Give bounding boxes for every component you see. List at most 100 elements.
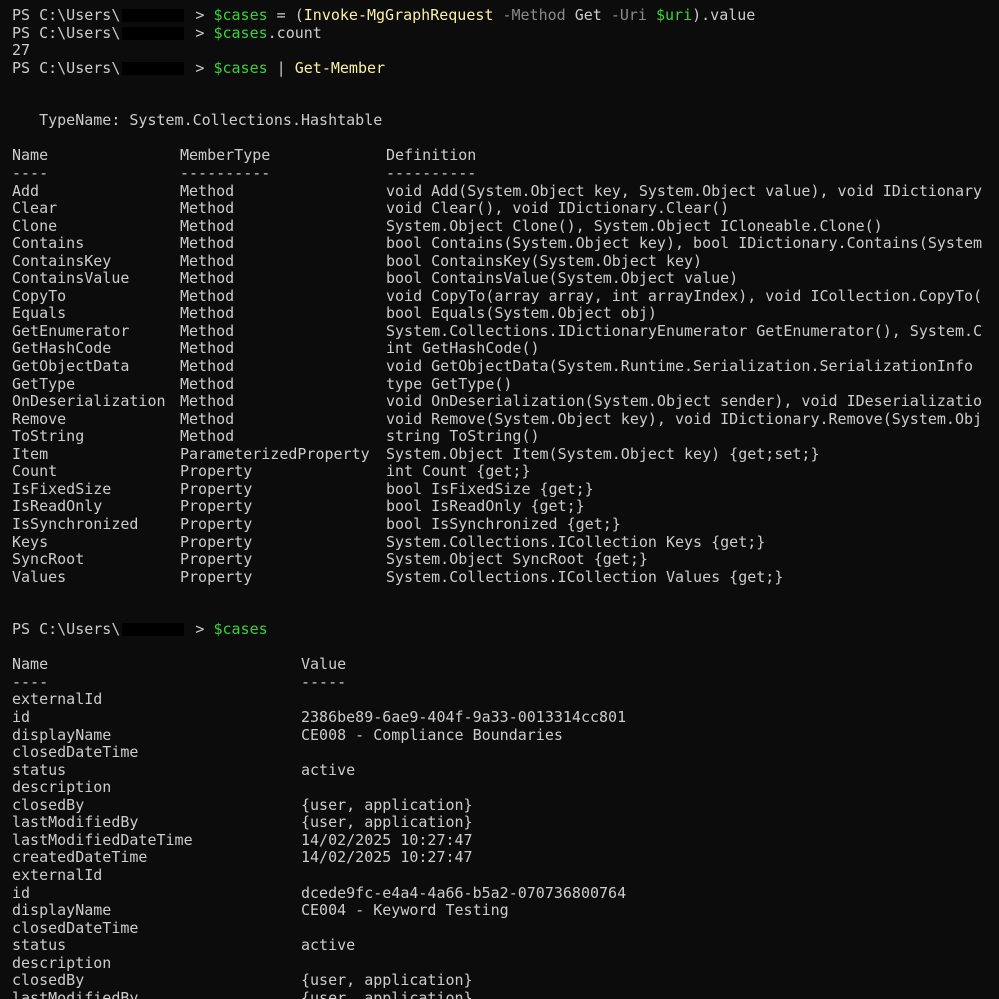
col-header-name: Name <box>12 146 49 165</box>
property-value: active <box>301 760 356 779</box>
member-type: Method <box>180 269 235 288</box>
property-value: 14/02/2025 10:27:47 <box>301 848 473 867</box>
col-header-membertype: MemberType <box>180 146 271 165</box>
member-name: Contains <box>12 234 85 253</box>
member-name: IsFixedSize <box>12 479 112 498</box>
member-type: Property <box>180 462 253 481</box>
member-name: GetObjectData <box>12 357 130 375</box>
member-name: Count <box>12 462 58 481</box>
member-definition: bool IsFixedSize {get;} <box>386 479 594 498</box>
command-token: $cases <box>213 23 268 42</box>
prompt-line: PS C:\Users\ > $cases = (Invoke-MgGraphR… <box>12 6 755 24</box>
prompt-line: PS C:\Users\ > $cases | Get-Member <box>12 59 385 77</box>
member-type: Method <box>180 321 235 340</box>
property-name: description <box>12 778 112 797</box>
property-value: active <box>301 936 356 955</box>
property-name: closedDateTime <box>12 743 139 762</box>
member-definition: bool IsReadOnly {get;} <box>386 497 585 516</box>
prompt-marker: > <box>186 58 214 77</box>
col-header-definition: Definition <box>386 146 477 165</box>
property-name: closedDateTime <box>12 918 139 937</box>
member-name: Values <box>12 567 67 586</box>
underline: ---- <box>12 672 49 691</box>
member-definition: void OnDeserialization(System.Object sen… <box>386 392 983 411</box>
property-value: CE008 - Compliance Boundaries <box>301 725 563 744</box>
property-name: lastModifiedBy <box>12 988 139 999</box>
member-name: IsReadOnly <box>12 497 103 516</box>
member-name: Equals <box>12 304 67 323</box>
property-value: 2386be89-6ae9-404f-9a33-0013314cc801 <box>301 708 627 726</box>
command-token: $cases <box>213 620 268 639</box>
underline: ---- <box>12 163 49 182</box>
member-name: Remove <box>12 409 67 428</box>
member-type: Property <box>180 567 253 586</box>
member-type: Property <box>180 514 253 533</box>
redacted-username <box>122 61 185 75</box>
member-type: Method <box>180 357 235 375</box>
redacted-username <box>122 9 185 22</box>
command-token: ).value <box>692 6 756 24</box>
property-name: externalId <box>12 690 103 709</box>
member-type: Method <box>180 181 235 200</box>
property-name: status <box>12 760 67 779</box>
property-name: id <box>12 883 31 902</box>
member-definition: type GetType() <box>386 374 513 393</box>
terminal-window[interactable]: PS C:\Users\ > $cases = (Invoke-MgGraphR… <box>0 0 999 999</box>
prompt-marker: > <box>186 6 214 24</box>
member-name: CopyTo <box>12 286 67 305</box>
property-name: createdDateTime <box>12 848 148 867</box>
terminal-output: PS C:\Users\ > $cases = (Invoke-MgGraphR… <box>0 0 999 999</box>
command-token: $cases <box>213 6 268 24</box>
property-name: lastModifiedDateTime <box>12 830 193 849</box>
command-token: .count <box>267 23 322 42</box>
member-type: Method <box>180 216 235 235</box>
member-name: OnDeserialization <box>12 392 166 411</box>
member-definition: bool ContainsValue(System.Object value) <box>386 269 739 288</box>
command-token: -Uri <box>601 6 647 24</box>
property-name: closedBy <box>12 971 85 990</box>
count-output: 27 <box>12 41 31 60</box>
property-value: {user, application} <box>301 813 473 832</box>
command-token: | <box>267 58 295 77</box>
member-name: Clone <box>12 216 58 235</box>
member-definition: System.Object Clone(), System.Object ICl… <box>386 216 883 235</box>
command-token: -Method <box>493 6 566 24</box>
member-name: GetType <box>12 374 76 393</box>
member-definition: string ToString() <box>386 427 540 446</box>
count-output-line: 27 <box>12 41 30 59</box>
command-token: Invoke-MgGraphRequest <box>303 6 494 24</box>
property-name: status <box>12 936 67 955</box>
member-name: ContainsValue <box>12 269 130 288</box>
col-header-value: Value <box>301 655 347 674</box>
prompt-path: PS C:\Users\ <box>12 620 121 639</box>
property-value: {user, application} <box>301 988 473 999</box>
member-definition: int Count {get;} <box>386 462 531 481</box>
member-definition: bool IsSynchronized {get;} <box>386 514 621 533</box>
command-token: = ( <box>267 6 304 24</box>
member-type: Method <box>180 374 235 393</box>
member-type: Method <box>180 304 235 323</box>
redacted-username <box>122 26 185 40</box>
member-name: Clear <box>12 199 58 218</box>
redacted-username <box>122 623 185 637</box>
property-name: displayName <box>12 725 112 744</box>
member-definition: System.Object SyncRoot {get;} <box>386 550 648 569</box>
member-type: Property <box>180 532 253 551</box>
command-token: $uri <box>656 6 693 24</box>
member-name: IsSynchronized <box>12 514 139 533</box>
prompt-line: PS C:\Users\ > $cases <box>12 620 268 638</box>
command-token: Get <box>565 6 602 24</box>
property-value: 14/02/2025 10:27:47 <box>301 830 473 849</box>
property-value: {user, application} <box>301 971 473 990</box>
underline: ---------- <box>386 163 477 182</box>
member-definition: void Remove(System.Object key), void IDi… <box>386 409 983 428</box>
member-definition: void Add(System.Object key, System.Objec… <box>386 181 983 200</box>
prompt-marker: > <box>186 23 214 42</box>
type-name-line: TypeName: System.Collections.Hashtable <box>12 111 382 129</box>
member-type: Method <box>180 409 235 428</box>
member-name: SyncRoot <box>12 550 85 569</box>
prompt-path: PS C:\Users\ <box>12 23 121 42</box>
member-type: Method <box>180 234 235 253</box>
prompt-line: PS C:\Users\ > $cases.count <box>12 24 322 42</box>
member-name: Keys <box>12 532 49 551</box>
